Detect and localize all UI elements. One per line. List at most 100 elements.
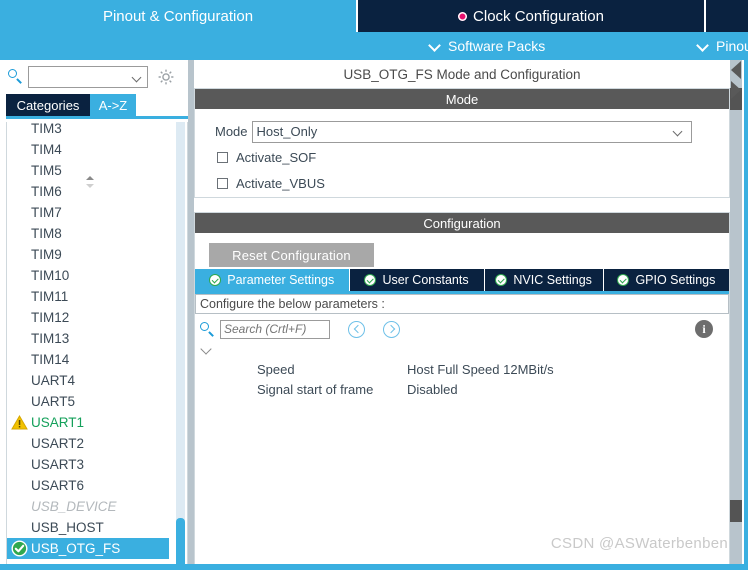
mode-select[interactable]: Host_Only (251, 120, 692, 143)
sidebar-item-usart3[interactable]: USART3 (7, 454, 187, 475)
checkbox-box[interactable] (217, 151, 228, 163)
tab-nvic-settings[interactable]: NVIC Settings (484, 269, 604, 291)
tab-categories-label: Categories (16, 97, 80, 113)
tab-clock-configuration[interactable]: Clock Configuration (358, 0, 706, 32)
panel-collapse-handles[interactable] (731, 59, 742, 104)
warning-triangle-icon (11, 414, 28, 431)
parameter-search-input[interactable] (221, 320, 330, 338)
sidebar-item-label: TIM11 (31, 289, 69, 304)
search-icon (7, 68, 24, 85)
sidebar-item-usb_device[interactable]: USB_DEVICE (7, 496, 187, 517)
tab-parameter-settings-label: Parameter Settings (227, 273, 335, 287)
tab-parameter-settings[interactable]: Parameter Settings (195, 269, 350, 291)
sidebar: Categories A->Z TIM3 TIM4 TIM5 TIM6 TIM7 TIM8… (0, 60, 188, 570)
sidebar-tab-underline (6, 116, 188, 119)
sidebar-search-combo[interactable] (28, 65, 148, 88)
sidebar-tab-group: Categories A->Z (6, 94, 188, 116)
panel-scrollbar-track[interactable] (730, 60, 742, 570)
sidebar-item-uart4[interactable]: UART4 (7, 370, 187, 391)
check-circle-icon (364, 274, 377, 286)
sidebar-item-label: USB_DEVICE (31, 499, 117, 514)
peripheral-tree-list: TIM3 TIM4 TIM5 TIM6 TIM7 TIM8 TIM9 TIM10 TIM11 TI… (7, 122, 187, 570)
watermark: CSDN @ASWaterbenben (550, 535, 728, 552)
chevron-down-icon (698, 41, 709, 52)
sidebar-item-tim7[interactable]: TIM7 (7, 202, 187, 223)
info-icon[interactable]: i (695, 320, 713, 338)
sidebar-item-label: TIM9 (31, 247, 62, 262)
software-packs-menu[interactable]: Software Packs (430, 32, 545, 60)
next-match-button[interactable] (383, 320, 400, 338)
sidebar-item-label: TIM10 (31, 268, 70, 283)
search-input[interactable] (29, 66, 132, 87)
sidebar-item-tim4[interactable]: TIM4 (7, 139, 187, 160)
sidebar-item-label: UART5 (31, 394, 76, 409)
sidebar-item-tim10[interactable]: TIM10 (7, 265, 187, 286)
checkbox-box[interactable] (217, 177, 228, 189)
sidebar-item-usart1[interactable]: USART1 (7, 412, 187, 433)
collapse-left-arrow-icon[interactable] (731, 61, 741, 79)
tree-scrollbar-thumb[interactable] (176, 518, 185, 570)
tab-pinout-configuration[interactable]: Pinout & Configuration (0, 0, 358, 32)
checkbox-activate-sof[interactable]: Activate_SOF (195, 144, 729, 170)
configuration-tab-bar: Parameter Settings User Constants NVIC S… (195, 269, 729, 291)
sidebar-item-label: TIM7 (31, 205, 62, 220)
sidebar-item-tim13[interactable]: TIM13 (7, 328, 187, 349)
tree-scrollbar-track[interactable] (176, 122, 185, 570)
configuration-panel: USB_OTG_FS Mode and Configuration Mode M… (194, 60, 748, 570)
software-packs-label: Software Packs (448, 38, 546, 54)
sidebar-item-tim8[interactable]: TIM8 (7, 223, 187, 244)
secondary-bar: Software Packs Pinout (0, 32, 748, 60)
reset-configuration-button[interactable]: Reset Configuration (209, 243, 374, 267)
sidebar-item-tim11[interactable]: TIM11 (7, 286, 187, 307)
sidebar-item-label: TIM12 (31, 310, 70, 325)
parameter-value[interactable]: Host Full Speed 12MBit/s (407, 362, 729, 377)
sidebar-item-label: TIM8 (31, 226, 62, 241)
configure-hint: Configure the below parameters : (195, 294, 729, 314)
configuration-section-header: Configuration (195, 213, 729, 233)
sidebar-item-label: TIM4 (31, 142, 62, 157)
chevron-down-icon[interactable] (674, 128, 683, 137)
mode-section: Mode Mode Host_Only Activate_SOF Activat… (194, 88, 730, 198)
sidebar-item-usb_host[interactable]: USB_HOST (7, 517, 187, 538)
sidebar-item-label: TIM3 (31, 122, 62, 136)
tab-a-to-z[interactable]: A->Z (90, 94, 136, 116)
stm32cubemx-window: Pinout & Configuration Clock Configurati… (0, 0, 748, 570)
red-dot-icon (458, 11, 468, 21)
parameter-value[interactable]: Disabled (407, 382, 729, 397)
sidebar-item-tim3[interactable]: TIM3 (7, 122, 187, 139)
sidebar-item-usart6[interactable]: USART6 (7, 475, 187, 496)
sidebar-item-tim12[interactable]: TIM12 (7, 307, 187, 328)
sidebar-item-label: USART1 (31, 415, 85, 430)
tab-gpio-settings[interactable]: GPIO Settings (603, 269, 729, 291)
sidebar-item-label: TIM14 (31, 352, 70, 367)
sidebar-item-usb_otg_fs[interactable]: USB_OTG_FS (7, 538, 169, 559)
peripheral-tree: TIM3 TIM4 TIM5 TIM6 TIM7 TIM8 TIM9 TIM10 TIM11 TI… (6, 122, 188, 570)
parameter-row[interactable]: Signal start of frame Disabled (195, 379, 729, 399)
tab-user-constants-label: User Constants (382, 273, 469, 287)
tab-user-constants[interactable]: User Constants (349, 269, 485, 291)
previous-match-button[interactable] (348, 320, 365, 338)
gear-icon[interactable] (157, 68, 175, 86)
pinout-menu[interactable]: Pinout (698, 32, 748, 60)
sidebar-item-tim14[interactable]: TIM14 (7, 349, 187, 370)
checkbox-activate-vbus[interactable]: Activate_VBUS (195, 170, 729, 196)
mode-section-header: Mode (195, 89, 729, 109)
tab-gpio-settings-label: GPIO Settings (635, 273, 716, 287)
tab-extra[interactable] (706, 0, 748, 32)
search-icon (199, 321, 216, 338)
sort-toggle-icon[interactable] (82, 175, 98, 189)
page-title: USB_OTG_FS Mode and Configuration (194, 62, 730, 87)
parameter-search-box[interactable] (220, 319, 330, 339)
parameter-group-collapse-icon[interactable] (201, 344, 215, 358)
main-tab-bar: Pinout & Configuration Clock Configurati… (0, 0, 748, 32)
tab-categories[interactable]: Categories (6, 94, 90, 116)
sidebar-item-tim9[interactable]: TIM9 (7, 244, 187, 265)
sidebar-item-usart2[interactable]: USART2 (7, 433, 187, 454)
expand-right-arrow-icon[interactable] (731, 81, 741, 99)
chevron-down-icon[interactable] (133, 74, 142, 83)
sidebar-item-label: USART6 (31, 478, 85, 493)
mode-field-label: Mode (215, 124, 248, 139)
parameter-row[interactable]: Speed Host Full Speed 12MBit/s (195, 359, 729, 379)
checkbox-activate-sof-label: Activate_SOF (236, 149, 317, 165)
sidebar-item-uart5[interactable]: UART5 (7, 391, 187, 412)
